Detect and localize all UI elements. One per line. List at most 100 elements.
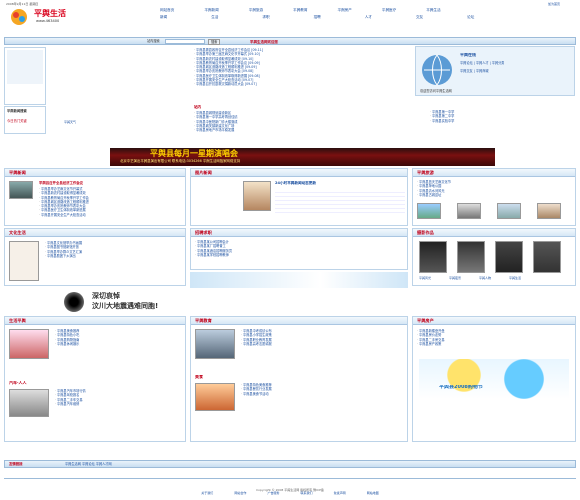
center-second-news: 站内 平舆县县城规划建设新区 平舆县第一中学高考再创佳绩 平舆县中医院新门诊大楼… [190, 105, 390, 153]
list-item[interactable]: 平舆县房产政策 [417, 342, 573, 346]
promo-text: 平舆县2008购物节 [439, 385, 483, 390]
nav-item[interactable]: 平舆旅游 [249, 8, 263, 12]
photo-label[interactable]: 平舆风光 [419, 276, 431, 280]
nav-row-2: 新闻 生活 求职 招聘 人才 交友 论坛 [160, 15, 572, 19]
main-nav: 网站首页 平舆新闻 平舆旅游 平舆教育 平舆房产 平舆医疗 平舆生活 新闻 生活 求职 招聘 人才 交… [160, 8, 572, 22]
nav-item[interactable]: 论坛 [467, 15, 474, 19]
photo-thumb[interactable] [495, 241, 523, 273]
center-top-title: 平舆生活网欢迎您 [250, 40, 278, 44]
nav-item[interactable]: 生活 [211, 15, 218, 19]
news-thumbnail[interactable] [9, 181, 33, 199]
nav-item[interactable]: 新闻 [160, 15, 167, 19]
concert-banner[interactable]: 平舆县每月一星期演唱会 北京中艺演出平舆县演出有限公司 联系电话:3034266… [110, 148, 495, 166]
photo-thumb[interactable] [457, 241, 485, 273]
list-item[interactable]: 平舆县美食节活动 [241, 392, 405, 396]
nav-item[interactable]: 平舆生活 [426, 8, 440, 12]
nav-item[interactable]: 网站首页 [160, 8, 174, 12]
news-headline[interactable]: 平舆县召开全县经济工作会议 [39, 181, 83, 185]
nav-item[interactable]: 平舆新闻 [204, 8, 218, 12]
ribbon-icon [64, 292, 84, 312]
list-item[interactable]: 平舆县房地产市场平稳发展 [194, 128, 384, 132]
culture-poster[interactable] [9, 241, 39, 281]
right-box-link[interactable]: 平舆人才 [476, 61, 489, 65]
travel-thumb[interactable] [497, 203, 521, 219]
gallery-photo[interactable] [243, 181, 271, 211]
list-item[interactable]: 平舆县汽车维修 [55, 402, 183, 406]
travel-list: 平舆县蓝天芝麻文化节 平舆县挚地公园 平舆县清水河风光 平舆县古城遗址 [417, 180, 573, 197]
section-title: 摄影作品 [417, 230, 434, 235]
nav-item[interactable]: 平舆医疗 [382, 8, 396, 12]
life-list: 平舆县美食推荐 平舆县特色小吃 平舆县购物指南 平舆县休闲娱乐 [55, 329, 183, 346]
food-thumb[interactable] [195, 383, 235, 411]
list-item[interactable]: 平舆县古城遗址 [417, 193, 573, 197]
memorial-banner[interactable]: 深切哀悼 汶川大地震遇难同胞! [40, 290, 380, 314]
car-list: 平舆县汽车市场行情 平舆县驾校报名 平舆县二手车交易 平舆县汽车维修 [55, 389, 183, 406]
left-sidebar-sub: 今日热门关键 [7, 119, 27, 123]
realestate-list: 平舆县新楼盘开盘 平舆县房价走势 平舆县二手房交易 平舆县房产政策 [417, 329, 573, 346]
list-item[interactable]: 平舆县休闲娱乐 [55, 342, 183, 346]
search-label: 站内搜索 [147, 39, 160, 43]
footer-bar-text[interactable]: 平舆生活网 平舆论坛 平舆人才网 [65, 462, 112, 466]
right-list: 平舆县第一中学 平舆县第二中学 平舆县实验中学 [430, 110, 570, 123]
footer-copyright: Copyright © 2008 平舆生活网 版权所有 豫ICP备 [256, 488, 324, 492]
list-item[interactable]: 平舆县高考志愿填报 [241, 342, 405, 346]
list-item[interactable]: 平舆县开展安全生产大检查活动 [39, 213, 184, 217]
section-title: 图片新闻 [195, 170, 212, 175]
photo-label[interactable]: 平舆人物 [479, 276, 491, 280]
nav-item[interactable]: 平舆房产 [338, 8, 352, 12]
news-list: 平舆县举办芝麻文化节开幕式 平舆县新农村建设取得显著成效 平舆县教育局召开秋季开… [39, 187, 184, 217]
section-culture-header: 文化生活 [5, 229, 185, 237]
photo-label[interactable]: 平舆夜景 [449, 276, 461, 280]
culture-list: 平舆县文化馆举办书画展 平舆县图书馆新馆开放 平舆县举办群众文艺汇演 平舆县剧团… [45, 241, 183, 258]
footer-friend-links-bar: 友情链接 平舆生活网 平舆论坛 平舆人才网 [4, 460, 576, 468]
right-box-text: 欢迎您访问平舆生活网 [420, 89, 452, 93]
footer-bar-label: 友情链接 [9, 462, 23, 466]
right-box-link[interactable]: 平舆分类 [492, 61, 505, 65]
car-thumb[interactable] [9, 389, 49, 417]
section-realestate: 平舆房产 平舆县新楼盘开盘 平舆县房价走势 平舆县二手房交易 平舆县房产政策 平… [412, 316, 576, 442]
list-item[interactable]: 平舆县实验中学 [430, 119, 570, 123]
photo-label[interactable]: 平舆生活 [509, 276, 521, 280]
section-title: 招聘求职 [195, 230, 212, 235]
life-thumb[interactable] [9, 329, 49, 359]
site-logo[interactable]: 平舆生活 www.463400 [4, 6, 112, 28]
gallery-caption[interactable]: 24小时平舆新闻动态更新 [275, 181, 316, 185]
photo-thumb[interactable] [419, 241, 447, 273]
left-sidebar-title: 平舆新闻搜索 [7, 109, 27, 113]
right-box-link[interactable]: 平舆论坛 [460, 61, 473, 65]
right-box-link[interactable]: 平舆交友 [460, 69, 473, 73]
list-item[interactable]: 平舆县某学校招聘教师 [195, 253, 405, 257]
travel-thumb[interactable] [457, 203, 481, 219]
travel-thumb[interactable] [417, 203, 441, 219]
set-homepage-link[interactable]: 加为首页 [548, 2, 560, 6]
right-box-links: 平舆论坛 | 平舆人才 | 平舆分类 [460, 61, 505, 65]
section-life: 生活平舆 平舆县美食推荐 平舆县特色小吃 平舆县购物指南 平舆县休闲娱乐 汽车·… [4, 316, 186, 442]
nav-item[interactable]: 求职 [262, 15, 269, 19]
list-item[interactable]: 平舆县剧团下乡演出 [45, 254, 183, 258]
section-news-header: 平舆新闻 [5, 169, 185, 177]
list-item[interactable]: 平舆县召开抗震救灾捐款动员大会 [09-07] [194, 82, 384, 86]
education-thumb[interactable] [195, 329, 235, 359]
ad-link[interactable]: 平舆天气 [64, 120, 76, 124]
left-sidebar-search: 平舆新闻搜索 今日热门关键 [4, 106, 46, 134]
section-title: 平舆教育 [195, 318, 212, 323]
nav-item[interactable]: 人才 [365, 15, 372, 19]
photo-thumb[interactable] [533, 241, 561, 273]
concert-subtitle: 北京中艺演出平舆县演出有限公司 联系电话:3034266 平舆生活网独家网络支持 [120, 159, 241, 163]
promo-banner[interactable]: 平舆县2008购物节 [419, 359, 569, 399]
nav-item[interactable]: 平舆教育 [293, 8, 307, 12]
section-gallery-header: 图片新闻 [191, 169, 407, 177]
right-box-links-2: 平舆交友 | 平舆商城 [460, 69, 489, 73]
nav-row-1: 网站首页 平舆新闻 平舆旅游 平舆教育 平舆房产 平舆医疗 平舆生活 [160, 8, 572, 12]
section-travel: 平舆旅游 平舆县蓝天芝麻文化节 平舆县挚地公园 平舆县清水河风光 平舆县古城遗址 [412, 168, 576, 226]
jobs-banner[interactable] [190, 272, 408, 288]
right-box-link[interactable]: 平舆商城 [476, 69, 489, 73]
nav-item[interactable]: 招聘 [314, 15, 321, 19]
left-sidebar-weather [4, 47, 46, 105]
gallery-text-lines [275, 189, 405, 213]
section-culture: 文化生活 平舆县文化馆举办书画展 平舆县图书馆新馆开放 平舆县举办群众文艺汇演 … [4, 228, 186, 286]
travel-thumb[interactable] [537, 203, 561, 219]
education-list: 平舆县中考成绩公布 平舆县小学招生政策 平舆县职业教育发展 平舆县高考志愿填报 [241, 329, 405, 346]
memorial-line2: 汶川大地震遇难同胞! [92, 302, 159, 310]
nav-item[interactable]: 交友 [416, 15, 423, 19]
